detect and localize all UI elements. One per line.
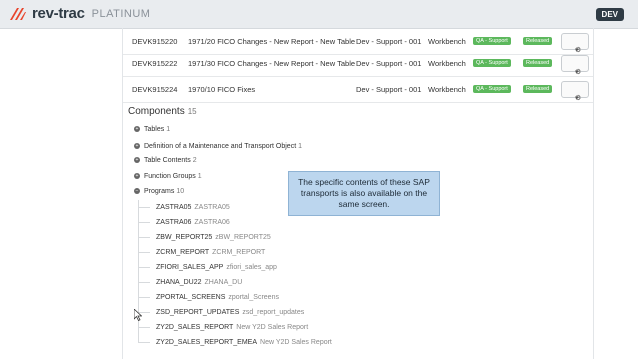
transport-description: 1971/20 FICO Changes - New Report - New … [188,37,356,46]
rev-trac-logo-icon [8,6,28,22]
row-actions-button[interactable]: ⚙ ▾ [561,55,589,76]
status-badge: Released [523,37,553,45]
tree-connector [138,267,150,268]
environment-badge[interactable]: DEV [595,8,624,21]
expand-icon[interactable]: + [134,173,140,180]
tree-connector [138,252,150,253]
components-title: Components [128,106,185,117]
row-actions-button[interactable]: ⚙ ▾ [561,33,589,54]
expand-icon[interactable]: + [134,126,140,133]
tree-connector [138,327,150,328]
tree-connector [138,237,150,238]
transport-id[interactable]: DEVK915222 [132,59,177,68]
row-actions-button[interactable]: ⚙ ▾ [561,81,589,102]
qa-badge: QA - Support [473,59,511,67]
transport-description: 1971/30 FICO Changes - New Report - New … [188,59,356,68]
callout-text: The specific contents of these SAP trans… [298,177,430,209]
list-item[interactable]: ZHANA_DU22 ZHANA_DU [156,279,242,286]
list-item[interactable]: ZCRM_REPORT ZCRM_REPORT [156,249,265,256]
qa-badge: QA - Support [473,85,511,93]
callout-annotation: The specific contents of these SAP trans… [288,171,440,216]
transport-stage: Dev - Support - 001 [356,59,422,68]
transport-id[interactable]: DEVK915220 [132,37,177,46]
status-badge: Released [523,85,553,93]
transport-stage: Dev - Support - 001 [356,37,422,46]
components-heading: Components 15 [128,106,197,117]
component-group-table-contents[interactable]: + Table Contents 2 [134,157,197,164]
tree-connector [138,282,150,283]
list-item[interactable]: ZY2D_SALES_REPORT New Y2D Sales Report [156,324,308,331]
transport-type: Workbench [428,85,466,94]
expand-icon[interactable]: + [134,143,140,150]
logo: rev-trac PLATINUM [8,5,150,22]
tree-connector [138,222,150,223]
components-count: 15 [187,107,197,116]
list-item[interactable]: ZPORTAL_SCREENS zportal_Screens [156,294,279,301]
list-item[interactable]: ZBW_REPORT25 zBW_REPORT25 [156,234,271,241]
status-badge: Released [523,59,553,67]
component-group-programs[interactable]: − Programs 10 [134,188,184,195]
component-group-tables[interactable]: + Tables 1 [134,126,170,133]
mouse-cursor-icon [133,308,143,326]
collapse-icon[interactable]: − [134,188,140,195]
list-item[interactable]: ZASTRA05 ZASTRA05 [156,204,230,211]
qa-badge: QA - Support [473,37,511,45]
tree-connector [138,342,150,343]
expand-icon[interactable]: + [134,157,140,164]
table-row[interactable]: DEVK915222 1971/30 FICO Changes - New Re… [123,50,593,77]
transport-type: Workbench [428,59,466,68]
tree-connector [138,297,150,298]
brand-edition: PLATINUM [91,7,151,20]
brand-name: rev-trac [32,5,85,22]
list-item[interactable]: ZASTRA06 ZASTRA06 [156,219,230,226]
list-item[interactable]: ZSD_REPORT_UPDATES zsd_report_updates [156,309,304,316]
top-bar: rev-trac PLATINUM DEV [0,0,638,29]
transport-id[interactable]: DEVK915224 [132,85,177,94]
list-item[interactable]: ZFIORI_SALES_APP zfiori_sales_app [156,264,277,271]
transport-description: 1970/10 FICO Fixes [188,85,256,94]
component-group-maintenance-object[interactable]: + Definition of a Maintenance and Transpo… [134,143,302,150]
transport-type: Workbench [428,37,466,46]
transport-stage: Dev - Support - 001 [356,85,422,94]
tree-connector [138,207,150,208]
table-row[interactable]: DEVK915224 1970/10 FICO Fixes Dev - Supp… [123,76,593,103]
component-group-function-groups[interactable]: + Function Groups 1 [134,173,202,180]
chevron-down-icon: ▾ [575,95,579,102]
list-item[interactable]: ZY2D_SALES_REPORT_EMEA New Y2D Sales Repo… [156,339,332,346]
